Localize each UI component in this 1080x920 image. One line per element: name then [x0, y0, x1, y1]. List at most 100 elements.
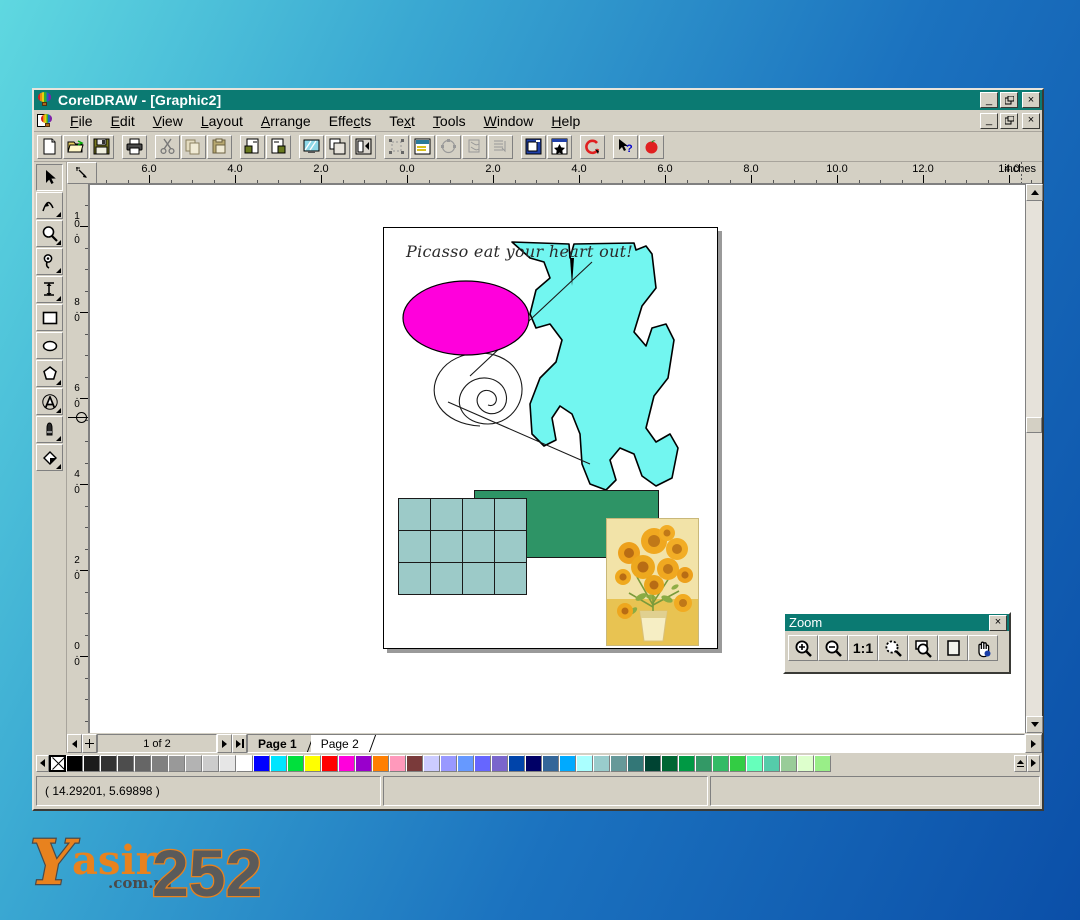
text-tool[interactable] — [36, 388, 63, 415]
scroll-down-button[interactable] — [1026, 716, 1043, 733]
vertical-scrollbar[interactable] — [1025, 184, 1043, 733]
color-swatch[interactable] — [525, 754, 542, 772]
color-swatch[interactable] — [304, 754, 321, 772]
color-swatch[interactable] — [729, 754, 746, 772]
menu-view[interactable]: View — [144, 111, 192, 131]
color-swatch[interactable] — [491, 754, 508, 772]
grid-cell[interactable] — [429, 497, 463, 531]
color-swatch[interactable] — [661, 754, 678, 772]
menu-layout[interactable]: Layout — [192, 111, 252, 131]
last-page-button[interactable] — [232, 734, 247, 753]
color-swatch[interactable] — [185, 754, 202, 772]
grid-cell[interactable] — [397, 561, 431, 595]
layers-icon[interactable] — [325, 134, 350, 159]
pan-hand-icon[interactable] — [968, 635, 998, 661]
color-swatch[interactable] — [576, 754, 593, 772]
envelope-roll-up-icon[interactable] — [462, 134, 487, 159]
vertical-scroll-track[interactable] — [1026, 201, 1042, 716]
menu-effects[interactable]: Effects — [320, 111, 381, 131]
grid-cell[interactable] — [493, 561, 527, 595]
print-icon[interactable] — [122, 134, 147, 159]
color-swatch[interactable] — [151, 754, 168, 772]
tab-scroll-right-button[interactable] — [1025, 734, 1042, 753]
color-swatch[interactable] — [610, 754, 627, 772]
menu-arrange[interactable]: Arrange — [252, 111, 320, 131]
menu-help[interactable]: Help — [542, 111, 589, 131]
doc-close-button[interactable]: × — [1022, 112, 1040, 129]
vertical-ruler[interactable]: 10.0 8.0 6.0 4.0 2.0 0.0 — [67, 184, 89, 733]
menu-text[interactable]: Text — [380, 111, 424, 131]
add-page-button[interactable] — [82, 734, 97, 753]
first-page-button[interactable] — [67, 734, 82, 753]
swatch-no-color[interactable] — [49, 754, 66, 772]
close-button[interactable]: × — [1022, 92, 1040, 108]
import-icon[interactable] — [240, 134, 265, 159]
grid-cell[interactable] — [397, 497, 431, 531]
menu-window[interactable]: Window — [475, 111, 543, 131]
document-page[interactable]: Picasso eat your heart out! — [383, 227, 718, 649]
copy-icon[interactable] — [181, 134, 206, 159]
color-swatch[interactable] — [508, 754, 525, 772]
palette-scroll-left-button[interactable] — [36, 754, 49, 772]
grid-cell[interactable] — [461, 561, 495, 595]
fill-roll-up-icon[interactable] — [521, 134, 546, 159]
color-swatch[interactable] — [678, 754, 695, 772]
grid-cell[interactable] — [493, 529, 527, 563]
color-swatch[interactable] — [389, 754, 406, 772]
color-swatch[interactable] — [797, 754, 814, 772]
color-swatch[interactable] — [355, 754, 372, 772]
color-swatch[interactable] — [270, 754, 287, 772]
cut-icon[interactable] — [155, 134, 180, 159]
scroll-up-button[interactable] — [1026, 184, 1043, 201]
color-swatch[interactable] — [219, 754, 236, 772]
ruler-origin-button[interactable] — [67, 162, 97, 184]
blend-roll-up-icon[interactable] — [488, 134, 513, 159]
menu-file[interactable]: FFileile — [61, 111, 102, 131]
color-swatch[interactable] — [83, 754, 100, 772]
context-help-icon[interactable]: ? — [613, 134, 638, 159]
ruler-guideline[interactable] — [1021, 162, 1022, 183]
open-document-icon[interactable] — [63, 134, 88, 159]
color-swatch[interactable] — [236, 754, 253, 772]
color-swatch[interactable] — [66, 754, 83, 772]
grid-cell[interactable] — [429, 529, 463, 563]
color-swatch[interactable] — [100, 754, 117, 772]
ellipse-tool[interactable] — [36, 332, 63, 359]
color-swatch[interactable] — [627, 754, 644, 772]
palette-scroll-right-button[interactable] — [1027, 754, 1040, 772]
outline-pen-tool[interactable] — [36, 416, 63, 443]
grid-cell[interactable] — [461, 529, 495, 563]
object-data-roll-up-icon[interactable] — [410, 134, 435, 159]
doc-minimize-button[interactable]: _ — [980, 112, 998, 129]
fill-tool[interactable] — [36, 444, 63, 471]
pencil-tool[interactable] — [36, 248, 63, 275]
grid-cell[interactable] — [461, 497, 495, 531]
zoom-actual-size-icon[interactable]: 1:1 — [848, 635, 878, 661]
export-icon[interactable] — [266, 134, 291, 159]
paste-icon[interactable] — [207, 134, 232, 159]
restore-button[interactable] — [1000, 92, 1018, 108]
next-page-button[interactable] — [217, 734, 232, 753]
rectangle-tool[interactable] — [36, 304, 63, 331]
zoom-to-selection-icon[interactable] — [878, 635, 908, 661]
color-swatch[interactable] — [287, 754, 304, 772]
color-swatch[interactable] — [202, 754, 219, 772]
doc-restore-button[interactable] — [1000, 112, 1018, 129]
page-tab-2[interactable]: Page 2 — [310, 735, 376, 752]
color-swatch[interactable] — [780, 754, 797, 772]
shape-tool[interactable] — [36, 192, 63, 219]
full-screen-preview-icon[interactable] — [299, 134, 324, 159]
color-swatch[interactable] — [168, 754, 185, 772]
dimension-tool[interactable] — [36, 276, 63, 303]
color-swatch[interactable] — [712, 754, 729, 772]
color-swatch[interactable] — [593, 754, 610, 772]
palette-expand-button[interactable] — [1014, 754, 1027, 772]
corel-script-icon[interactable] — [580, 134, 605, 159]
teal-square-grid[interactable] — [397, 497, 527, 595]
new-document-icon[interactable] — [37, 134, 62, 159]
color-swatch[interactable] — [423, 754, 440, 772]
symbols-roll-up-icon[interactable] — [351, 134, 376, 159]
color-swatch[interactable] — [117, 754, 134, 772]
color-swatch[interactable] — [763, 754, 780, 772]
zoom-to-page-icon[interactable] — [938, 635, 968, 661]
